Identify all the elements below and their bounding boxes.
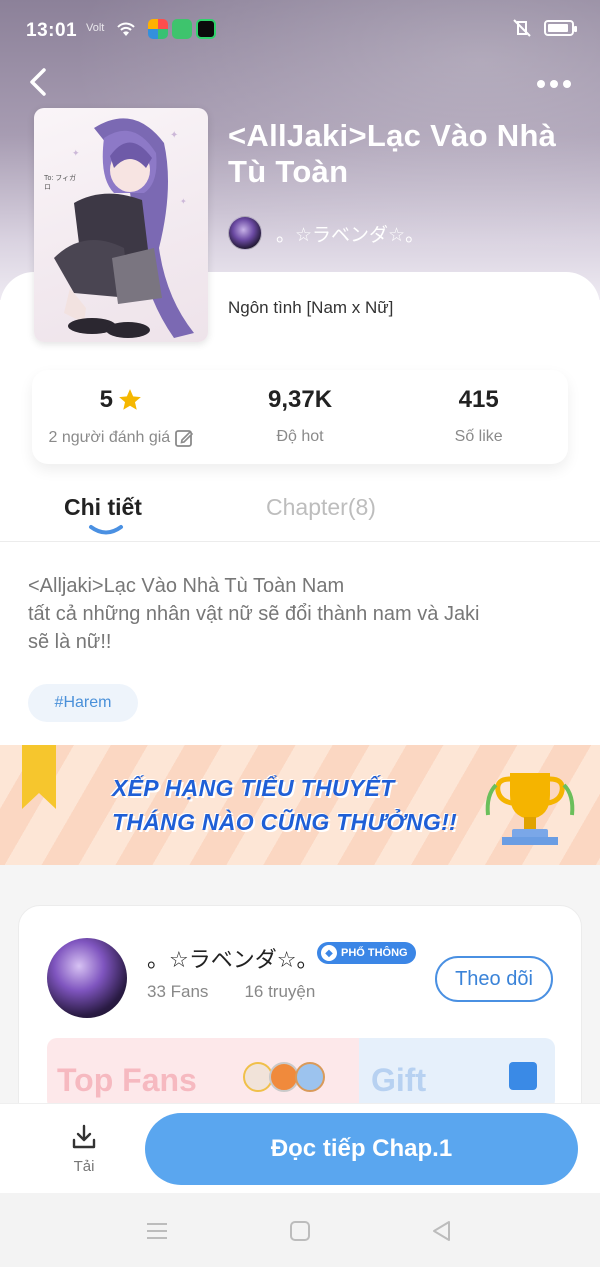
rating-stat[interactable]: 5 2 người đánh giá [32,370,211,464]
author-card-name[interactable]: 。☆ラベンダ☆。 [147,942,318,974]
stories-count: 16 truyện [244,982,316,1001]
book-genre: Ngôn tình [Nam x Nữ] [228,298,394,317]
svg-text:✦: ✦ [170,130,178,141]
more-options-button[interactable] [534,72,574,96]
trophy-icon [485,773,575,845]
ranking-banner[interactable]: XẾP HẠNG TIỂU THUYẾT THÁNG NÀO CŨNG THƯỞ… [0,745,600,865]
wifi-icon [117,22,135,36]
rating-label: 2 người đánh giá [48,429,171,446]
author-card-avatar[interactable] [47,938,127,1018]
detail-tabs: Chi tiết Chapter(8) [0,488,600,542]
gift-panel[interactable]: Gift [359,1038,555,1110]
back-arrow-icon[interactable] [22,64,58,100]
bookmark-ribbon-icon [22,745,56,809]
hot-label: Độ hot [276,428,324,445]
badge-label: PHỔ THÔNG [341,947,408,959]
fans-count: 33 Fans [147,982,209,1001]
app-notification-icon [148,19,168,39]
description-line: <Alljaki>Lạc Vào Nhà Tù Toàn Nam [28,575,345,597]
continue-reading-button[interactable]: Đọc tiếp Chap.1 [145,1113,578,1185]
download-button[interactable]: Tải [62,1122,106,1175]
video-notification-icon [196,19,216,39]
tag-harem[interactable]: #Harem [28,684,138,722]
home-icon[interactable] [288,1219,312,1243]
svg-text:✦: ✦ [180,197,187,206]
battery-icon [544,20,577,36]
status-time: 13:01 [26,20,78,41]
likes-stat: 415 Số like [389,370,568,464]
hot-value: 9,37K [267,386,333,413]
star-icon [119,389,141,410]
author-card-stats: 33 Fans 16 truyện [147,982,315,1002]
svg-text:✦: ✦ [72,149,80,159]
follow-button[interactable]: Theo dõi [435,956,553,1002]
description-line: tất cả những nhân vật nữ sẽ đổi thành na… [28,603,480,625]
book-description: <Alljaki>Lạc Vào Nhà Tù Toàn Nam tất cả … [28,572,576,656]
rating-value: 5 [99,386,114,413]
tab-detail[interactable]: Chi tiết [64,494,142,521]
download-icon [72,1124,96,1149]
download-label: Tải [73,1158,95,1175]
book-title: <AllJaki>Lạc Vào Nhà Tù Toàn [228,118,557,189]
tab-chapters[interactable]: Chapter(8) [266,494,376,521]
status-signal-label: Volt [86,22,105,34]
likes-label: Số like [454,428,503,445]
system-nav-bar [0,1193,600,1267]
cover-illustration: ✦ ✦ ✦ [54,118,194,338]
rank-badge: ◆ PHỔ THÔNG [317,942,416,964]
author-avatar[interactable] [228,216,262,250]
top-fans-label: Top Fans [57,1062,197,1098]
book-cover[interactable]: ✦ ✦ ✦ To: フィガロ [34,108,208,342]
fan-avatar [295,1062,325,1092]
description-line: sẽ là nữ!! [28,631,112,653]
gift-icon [509,1062,537,1090]
stats-card: 5 2 người đánh giá 9,37K Độ hot 415 Số l… [32,370,568,464]
author-name[interactable]: 。☆ラベンダ☆。 [276,220,424,247]
hot-stat: 9,37K Độ hot [211,370,390,464]
gift-label: Gift [371,1062,427,1098]
game-notification-icon [172,19,192,39]
author-row[interactable]: 。☆ラベンダ☆。 [228,216,424,250]
author-card: 。☆ラベンダ☆。 ◆ PHỔ THÔNG 33 Fans 16 truyện T… [18,905,582,1135]
likes-value: 415 [458,386,499,413]
badge-icon: ◆ [321,945,337,961]
cover-caption: To: フィガロ [44,175,77,191]
banner-text: XẾP HẠNG TIỂU THUYẾT THÁNG NÀO CŨNG THƯỞ… [112,771,492,839]
banner-line: XẾP HẠNG TIỂU THUYẾT [112,775,395,801]
banner-line: THÁNG NÀO CŨNG THƯỞNG!! [112,809,458,835]
top-fans-panel[interactable]: Top Fans [47,1038,359,1110]
edit-icon[interactable] [174,428,194,448]
bottom-action-bar: Tải Đọc tiếp Chap.1 [0,1103,600,1193]
status-bar: 13:01 Volt [0,0,600,60]
menu-icon[interactable] [145,1219,169,1243]
tab-active-indicator [89,525,123,535]
mute-icon [513,19,531,37]
back-nav-icon[interactable] [430,1219,454,1243]
